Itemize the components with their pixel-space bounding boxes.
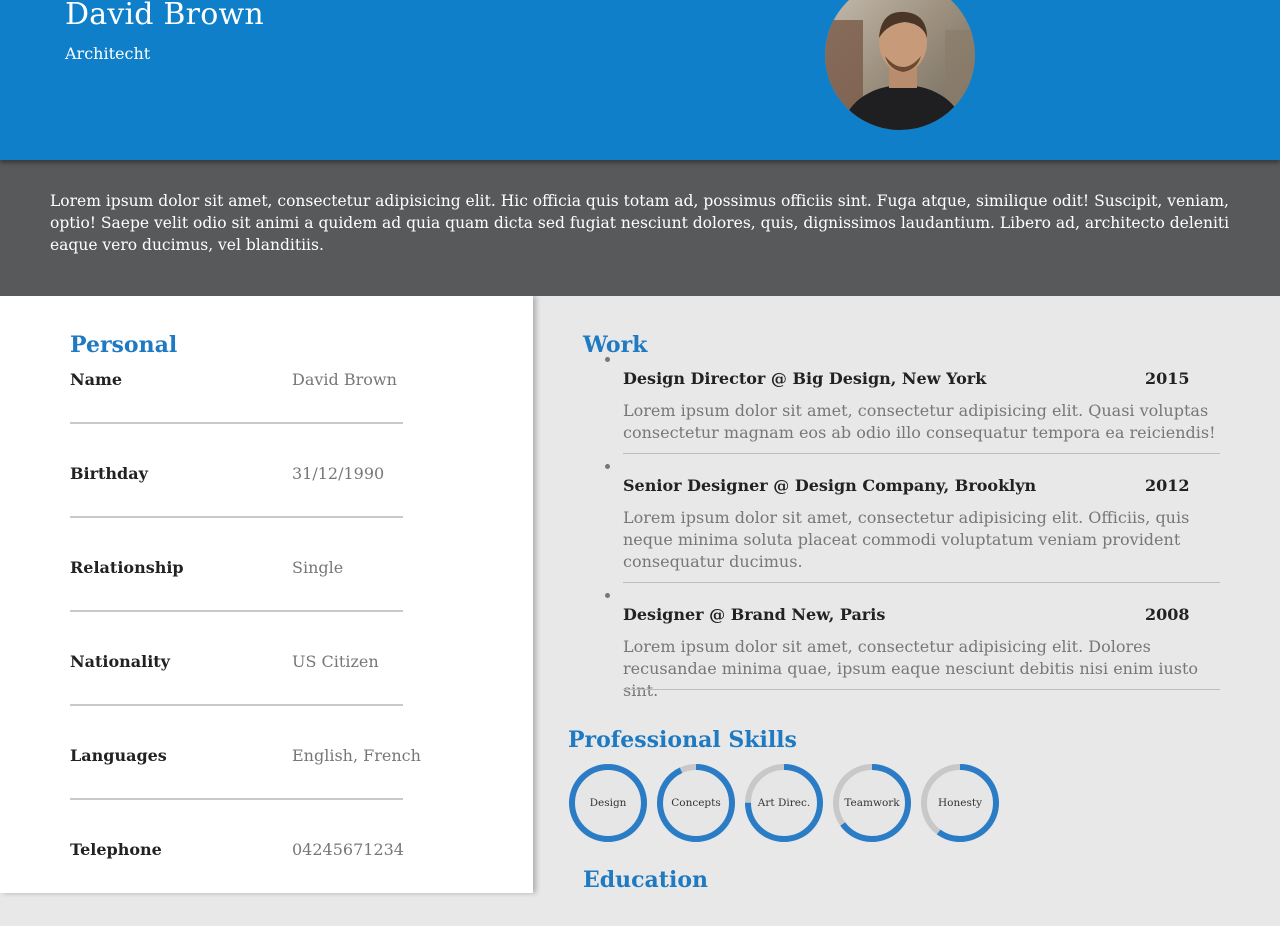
summary-banner: Lorem ipsum dolor sit amet, consectetur …: [0, 160, 1280, 296]
personal-row-birthday: Birthday 31/12/1990: [70, 456, 403, 550]
work-item: Designer @ Brand New, Paris 2008 Lorem i…: [605, 593, 1220, 700]
job-divider: [623, 582, 1220, 583]
personal-row-name: Name David Brown: [70, 362, 403, 456]
personal-row-nationality: Nationality US Citizen: [70, 644, 403, 738]
bullet-icon: [605, 357, 610, 362]
row-label: Languages: [70, 746, 167, 765]
profile-photo: [825, 0, 975, 130]
personal-row-languages: Languages English, French: [70, 738, 421, 832]
row-value: David Brown: [292, 370, 397, 389]
row-divider: [70, 422, 403, 424]
row-divider: [70, 798, 403, 800]
personal-panel: Personal Name David Brown Birthday 31/12…: [0, 296, 533, 893]
row-value: US Citizen: [292, 652, 379, 671]
bullet-icon: [605, 593, 610, 598]
work-item: Design Director @ Big Design, New York 2…: [605, 357, 1220, 455]
experience-panel: Work Design Director @ Big Design, New Y…: [533, 296, 1280, 893]
row-value: English, French: [292, 746, 421, 765]
personal-row-relationship: Relationship Single: [70, 550, 403, 644]
avatar: [825, 0, 975, 130]
row-value: 31/12/1990: [292, 464, 385, 483]
job-title: Design Director @ Big Design, New York: [623, 369, 987, 388]
job-year: 2008: [1145, 605, 1190, 624]
row-divider: [70, 516, 403, 518]
row-label: Relationship: [70, 558, 184, 577]
row-label: Telephone: [70, 840, 162, 859]
person-role: Architecht: [65, 44, 151, 63]
person-name: David Brown: [65, 0, 264, 32]
skill-label: Honesty: [938, 797, 982, 809]
row-value: Single: [292, 558, 344, 577]
skills-row: Design Concepts Art Direc. Teamwork Honesty: [568, 763, 1018, 843]
work-title: Work: [583, 332, 648, 358]
job-year: 2012: [1145, 476, 1190, 495]
resume-header: David Brown Architecht: [0, 0, 1280, 160]
job-description: Lorem ipsum dolor sit amet, consectetur …: [623, 637, 1199, 700]
skill-label: Design: [589, 797, 627, 809]
skill-ring: Honesty: [920, 763, 1000, 843]
skill-label: Art Direc.: [757, 797, 811, 809]
job-description: Lorem ipsum dolor sit amet, consectetur …: [623, 401, 1216, 442]
job-divider: [623, 453, 1220, 454]
skill-ring: Concepts: [656, 763, 736, 843]
job-title: Designer @ Brand New, Paris: [623, 605, 886, 624]
row-label: Name: [70, 370, 123, 389]
personal-title: Personal: [70, 332, 178, 358]
job-description: Lorem ipsum dolor sit amet, consectetur …: [623, 508, 1190, 571]
education-title: Education: [583, 867, 708, 893]
skill-label: Concepts: [671, 797, 721, 809]
work-item: Senior Designer @ Design Company, Brookl…: [605, 464, 1220, 586]
row-divider: [70, 610, 403, 612]
skill-ring: Teamwork: [832, 763, 912, 843]
row-label: Birthday: [70, 464, 148, 483]
skill-label: Teamwork: [844, 797, 900, 809]
skill-ring: Design: [568, 763, 648, 843]
job-divider: [623, 689, 1220, 690]
row-divider: [70, 704, 403, 706]
summary-text: Lorem ipsum dolor sit amet, consectetur …: [50, 192, 1230, 254]
job-year: 2015: [1145, 369, 1190, 388]
row-value: 04245671234: [292, 840, 404, 859]
row-label: Nationality: [70, 652, 170, 671]
bullet-icon: [605, 464, 610, 469]
skills-title: Professional Skills: [568, 727, 797, 753]
personal-row-telephone: Telephone 04245671234: [70, 832, 404, 926]
job-title: Senior Designer @ Design Company, Brookl…: [623, 476, 1037, 495]
skill-ring: Art Direc.: [744, 763, 824, 843]
